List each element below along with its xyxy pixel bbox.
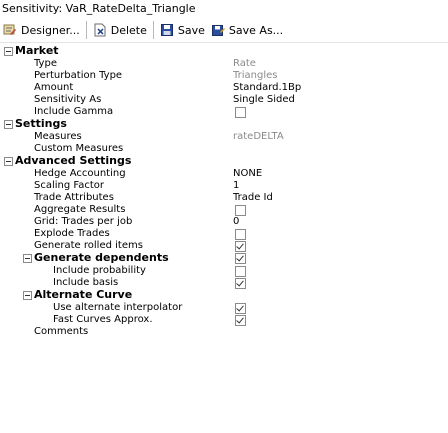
section-title: Alternate Curve [34,288,133,301]
section-settings: Settings [0,118,448,131]
property-grid: Market Type Rate Perturbation Type Trian… [0,45,448,338]
property-row-measures: Measures rateDELTA [0,131,448,143]
property-label: Use alternate interpolator [53,302,183,313]
property-label: Type [34,58,57,69]
property-row-trades-per-job[interactable]: Grid: Trades per job 0 [0,216,448,228]
generate-rolled-items-checkbox[interactable] [235,241,246,252]
section-market: Market [0,45,448,58]
property-row-include-gamma: Include Gamma [0,106,448,118]
collapse-icon[interactable] [23,254,32,263]
property-row-amount[interactable]: Amount Standard.1Bp [0,82,448,94]
save-button[interactable]: Save [157,20,208,40]
collapse-icon[interactable] [4,157,13,166]
designer-button[interactable]: Designer... [0,20,83,40]
section-title: Settings [15,117,67,130]
aggregate-results-checkbox[interactable] [235,205,246,216]
collapse-icon[interactable] [4,120,13,129]
use-alternate-interpolator-checkbox[interactable] [235,303,246,314]
toolbar: Designer... Delete Save Save As... [0,18,448,43]
include-probability-checkbox[interactable] [235,266,246,277]
property-row-include-probability: Include probability [0,265,448,277]
property-label: Explode Trades [34,228,110,239]
property-label: Fast Curves Approx. [53,314,153,325]
toolbar-separator [152,21,154,39]
property-label: Perturbation Type [34,70,123,81]
property-label: Grid: Trades per job [34,216,133,227]
property-row-trade-attributes[interactable]: Trade Attributes Trade Id [0,192,448,204]
save-label: Save [177,23,205,37]
include-basis-checkbox[interactable] [235,278,246,289]
delete-label: Delete [110,23,147,37]
property-row-use-alternate-interpolator: Use alternate interpolator [0,302,448,314]
property-row-perturbation-type: Perturbation Type Triangles [0,70,448,82]
property-value[interactable]: Single Sided [233,94,295,106]
property-row-comments[interactable]: Comments [0,326,448,338]
property-label: Measures [34,131,82,142]
property-label: Amount [34,82,74,93]
property-row-explode-trades: Explode Trades [0,228,448,240]
delete-button[interactable]: Delete [90,20,150,40]
property-row-sensitivity-as[interactable]: Sensitivity As Single Sided [0,94,448,106]
property-label: Aggregate Results [34,204,126,215]
toolbar-separator [85,21,87,39]
property-value[interactable]: Standard.1Bp [233,82,301,94]
property-label: Scaling Factor [34,180,105,191]
section-title: Advanced Settings [15,154,132,167]
section-title: Generate dependents [34,251,169,264]
fast-curves-approx-checkbox[interactable] [235,315,246,326]
property-label: Sensitivity As [34,94,102,105]
property-label: Include probability [53,265,146,276]
property-value: rateDELTA [233,131,284,142]
collapse-icon[interactable] [4,47,13,56]
property-value[interactable]: NONE [233,168,262,180]
property-value: Rate [233,58,256,69]
property-label: Trade Attributes [34,192,114,203]
property-value: Triangles [233,70,278,81]
property-value[interactable]: 0 [233,216,239,228]
save-as-icon [211,25,225,36]
section-advanced-settings: Advanced Settings [0,155,448,168]
property-row-fast-curves-approx: Fast Curves Approx. [0,314,448,326]
save-as-label: Save As... [228,23,284,37]
generate-dependents-checkbox[interactable] [235,253,246,264]
designer-icon [3,24,16,35]
section-generate-dependents: Generate dependents [0,252,448,265]
window-title: Sensitivity: VaR_RateDelta_Triangle [2,2,196,15]
section-alternate-curve: Alternate Curve [0,289,448,302]
property-label: Comments [34,326,89,337]
include-gamma-checkbox[interactable] [235,107,246,118]
save-as-button[interactable]: Save As... [208,20,286,40]
property-value[interactable]: 1 [233,180,239,192]
property-row-hedge-accounting[interactable]: Hedge Accounting NONE [0,168,448,180]
property-label: Hedge Accounting [34,168,126,179]
property-row-scaling-factor[interactable]: Scaling Factor 1 [0,180,448,192]
explode-trades-checkbox[interactable] [235,229,246,240]
property-row-type: Type Rate [0,58,448,70]
property-row-aggregate-results: Aggregate Results [0,204,448,216]
collapse-icon[interactable] [23,291,32,300]
property-value[interactable]: Trade Id [233,192,273,204]
delete-icon [94,23,106,37]
section-title: Market [15,44,59,57]
designer-label: Designer... [21,23,80,37]
save-icon [160,24,173,36]
